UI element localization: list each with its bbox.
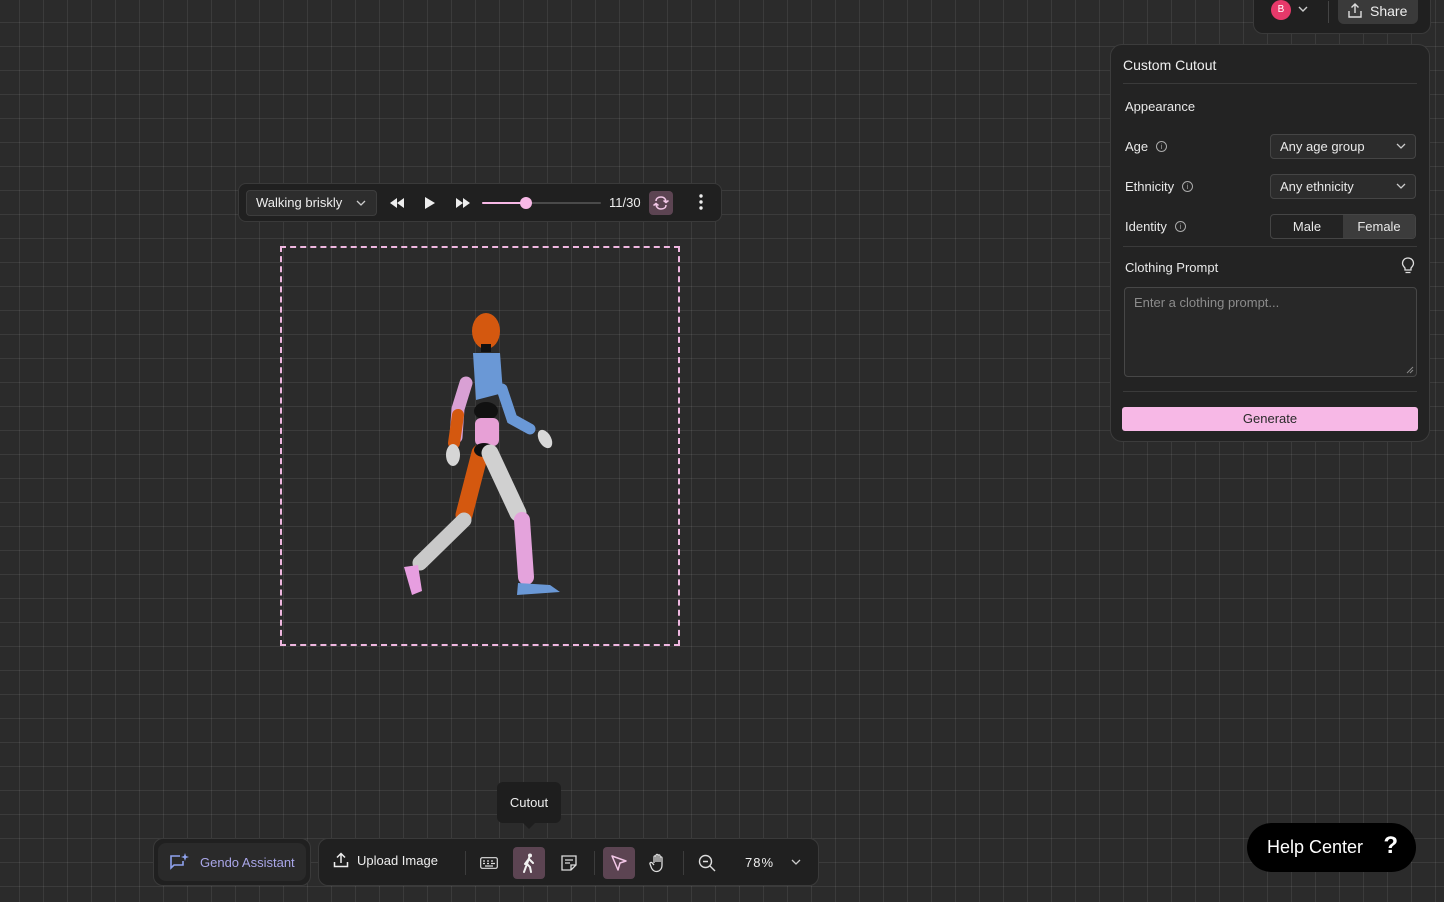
appearance-heading: Appearance [1125, 99, 1196, 114]
age-label: Age i [1125, 139, 1168, 154]
loop-button[interactable] [649, 191, 673, 215]
divider [594, 851, 595, 875]
upload-label: Upload Image [357, 852, 438, 868]
cutout-tooltip: Cutout [497, 782, 561, 829]
keyboard-button[interactable] [473, 847, 505, 879]
divider [1123, 83, 1417, 84]
top-header: B Share [1253, 0, 1431, 34]
person-walking-icon [523, 853, 534, 873]
frame-slider[interactable] [482, 197, 601, 209]
info-icon[interactable]: i [1174, 221, 1186, 232]
zoom-button[interactable] [691, 847, 723, 879]
clothing-prompt-heading: Clothing Prompt [1125, 260, 1219, 275]
mannequin-figure[interactable] [390, 305, 570, 605]
identity-option-male[interactable]: Male [1271, 215, 1343, 238]
hand-tool-button[interactable] [642, 847, 674, 879]
ethnicity-value: Any ethnicity [1280, 179, 1354, 194]
share-button[interactable]: Share [1338, 0, 1418, 24]
identity-label: Identity i [1125, 219, 1186, 234]
ethnicity-label: Ethnicity i [1125, 179, 1194, 194]
info-icon[interactable]: i [1156, 141, 1168, 152]
zoom-icon [698, 854, 716, 872]
question-icon: ? [1383, 832, 1398, 859]
identity-toggle: Male Female [1270, 214, 1416, 239]
frame-counter: 11/30 [609, 195, 641, 210]
divider [1123, 391, 1417, 392]
generate-button[interactable]: Generate [1122, 407, 1418, 431]
share-icon [1348, 3, 1362, 18]
ethnicity-select[interactable]: Any ethnicity [1270, 174, 1416, 199]
resize-handle-icon[interactable] [1406, 366, 1414, 374]
frame-slider-handle[interactable] [519, 197, 532, 209]
ethnicity-label-text: Ethnicity [1125, 179, 1175, 194]
divider [1328, 1, 1329, 23]
select-pointer-icon [611, 855, 627, 871]
more-vertical-icon[interactable] [693, 192, 709, 212]
loop-icon [653, 196, 669, 210]
hand-icon [649, 853, 663, 873]
zoom-level[interactable]: 78% [745, 855, 774, 870]
help-center-button[interactable]: Help Center ? [1247, 823, 1416, 872]
animation-select-value: Walking briskly [256, 195, 343, 210]
animation-select[interactable]: Walking briskly [246, 190, 377, 216]
age-select[interactable]: Any age group [1270, 134, 1416, 159]
panel-title: Custom Cutout [1123, 57, 1217, 73]
identity-label-text: Identity [1125, 219, 1167, 234]
chevron-down-icon[interactable] [791, 859, 801, 865]
assistant-container: Gendo Assistant [153, 838, 311, 886]
gendo-assistant-button[interactable]: Gendo Assistant [158, 843, 306, 881]
custom-cutout-panel: Custom Cutout Appearance Age i Any age g… [1110, 44, 1430, 442]
select-tool-button[interactable] [603, 847, 635, 879]
clothing-prompt-input[interactable]: Enter a clothing prompt... [1124, 287, 1417, 377]
help-center-label: Help Center [1267, 837, 1364, 857]
sparkle-chat-icon [170, 853, 189, 870]
notes-button[interactable] [553, 847, 585, 879]
chevron-down-icon [1396, 143, 1406, 149]
avatar[interactable]: B [1271, 0, 1291, 20]
divider [683, 851, 684, 875]
note-icon [561, 855, 577, 871]
upload-icon [333, 852, 349, 868]
clothing-prompt-placeholder: Enter a clothing prompt... [1134, 295, 1280, 310]
chevron-down-icon [1396, 183, 1406, 189]
animation-toolbar: Walking briskly 11/30 [238, 183, 722, 222]
lightbulb-icon[interactable] [1401, 257, 1415, 275]
rewind-icon[interactable] [389, 197, 405, 209]
play-icon[interactable] [424, 196, 436, 210]
fast-forward-icon[interactable] [455, 197, 471, 209]
cutout-tool-button[interactable] [513, 847, 545, 879]
age-label-text: Age [1125, 139, 1149, 154]
upload-image-button[interactable]: Upload Image [333, 852, 438, 868]
divider [1123, 246, 1417, 247]
chevron-down-icon[interactable] [1298, 6, 1308, 12]
bottom-toolbar: Upload Image 78% [318, 838, 819, 886]
share-label: Share [1370, 2, 1408, 19]
chevron-down-icon [356, 200, 366, 206]
assistant-label: Gendo Assistant [200, 854, 295, 870]
divider [465, 851, 466, 875]
identity-option-female[interactable]: Female [1343, 215, 1415, 238]
keyboard-icon [480, 857, 498, 869]
age-value: Any age group [1280, 139, 1365, 154]
info-icon[interactable]: i [1182, 181, 1194, 192]
